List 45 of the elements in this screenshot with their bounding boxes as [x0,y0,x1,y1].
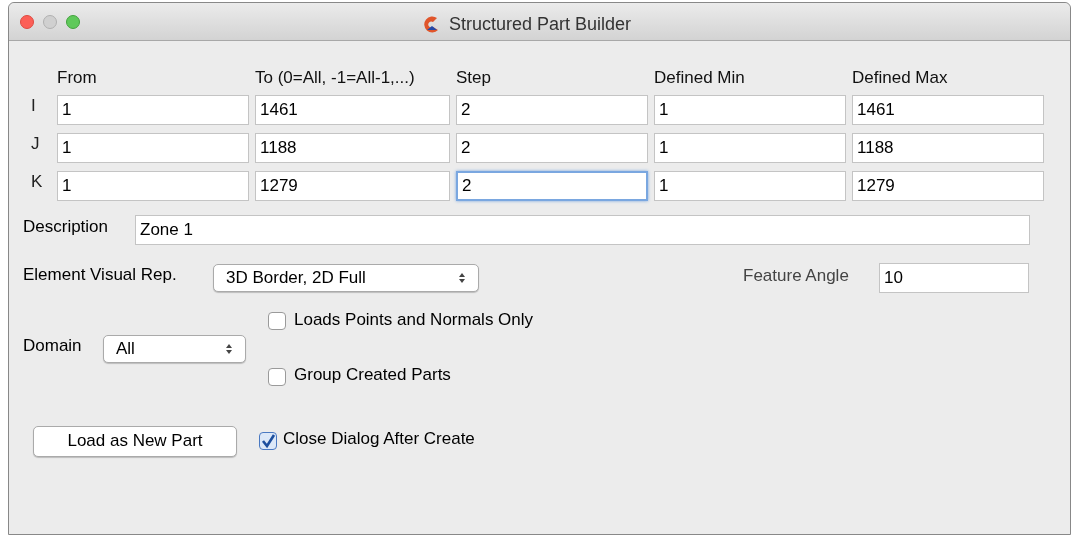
column-header: From [57,67,98,89]
checkbox-label: Close Dialog After Create [283,428,475,451]
stepper-icon [458,271,466,284]
text-field[interactable]: 1188 [852,132,1044,163]
checkmark-icon [260,433,276,449]
field-label: Element Visual Rep. [23,263,178,286]
text-field[interactable]: 1461 [852,94,1044,125]
stepper-icon [225,343,233,355]
close-icon[interactable] [20,14,34,29]
text-field[interactable]: 1188 [255,132,450,163]
checkbox[interactable] [268,312,286,331]
column-header: Step [456,67,492,89]
zoom-icon[interactable] [66,14,80,29]
text-field[interactable]: 1 [654,94,846,125]
text-field[interactable]: 1461 [255,94,450,125]
window-title: Structured Part Builder [449,13,632,36]
checkbox[interactable] [268,367,286,386]
minimize-icon[interactable] [43,14,57,29]
text-field[interactable]: 1 [654,132,846,163]
row-label: J [31,132,41,155]
column-header: Defined Max [852,67,949,89]
checkbox[interactable] [259,432,277,450]
column-header: Defined Min [654,67,746,89]
text-field[interactable]: 1 [57,132,249,163]
text-field[interactable]: 1279 [852,170,1044,201]
field-label: Description [23,215,110,238]
row-label: I [31,94,37,117]
checkbox-label: Group Created Parts [294,364,451,386]
checkbox-label: Loads Points and Normals Only [294,308,534,331]
text-field[interactable]: 2 [456,94,648,125]
text-field[interactable]: 1 [654,170,846,201]
field-label: Feature Angle [743,264,850,287]
load-as-new-part-button[interactable]: Load as New Part [33,425,237,457]
text-field[interactable]: 1 [57,94,249,125]
text-field[interactable]: Zone 1 [135,214,1030,245]
dropdown[interactable]: 3D Border, 2D Full [213,263,479,292]
field-label: Domain [23,335,83,358]
column-header: To (0=All, -1=All-1,...) [255,67,416,89]
dropdown[interactable]: All [103,335,246,363]
text-field[interactable]: 2 [456,170,648,201]
text-field[interactable]: 10 [879,262,1029,293]
text-field[interactable]: 1 [57,170,249,201]
text-field[interactable]: 1279 [255,170,450,201]
text-field[interactable]: 2 [456,132,648,163]
row-label: K [31,170,44,193]
